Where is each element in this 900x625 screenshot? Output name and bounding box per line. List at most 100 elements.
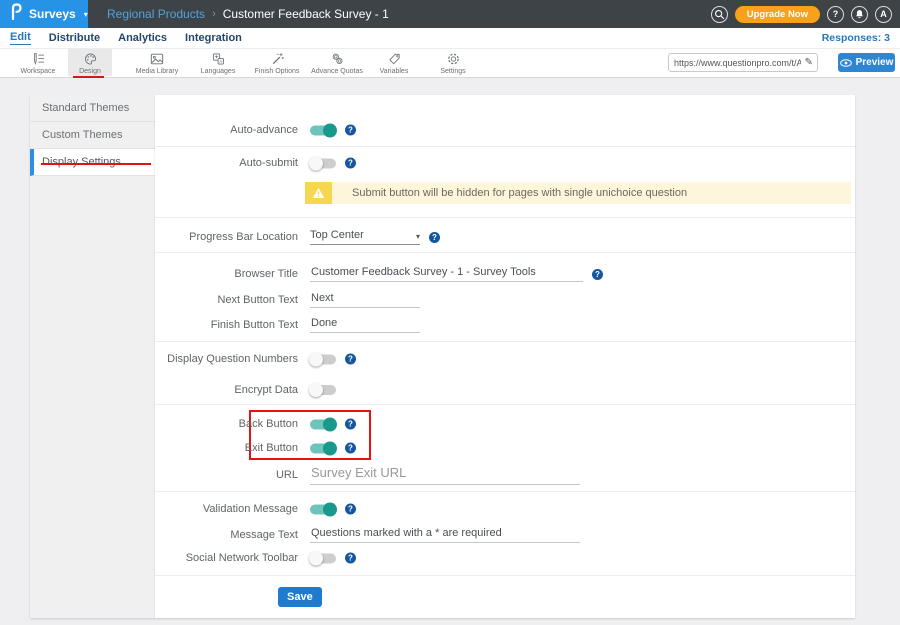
design-active-underline-annotation <box>73 76 104 79</box>
auto-advance-row: Auto-advance ? <box>155 120 855 140</box>
help-icon[interactable]: ? <box>345 443 356 454</box>
social-network-toolbar-label: Social Network Toolbar <box>155 552 298 564</box>
tab-edit[interactable]: Edit <box>10 31 31 45</box>
edit-toolbar: Workspace Design Media Library A Languag… <box>0 48 900 78</box>
questionpro-logo <box>10 3 23 25</box>
exit-button-label: Exit Button <box>155 442 298 454</box>
browser-title-label: Browser Title <box>155 268 298 280</box>
message-text-row: Message Text <box>155 525 855 545</box>
next-button-text-row: Next Button Text <box>155 290 855 310</box>
divider <box>155 146 855 147</box>
tool-languages[interactable]: A Languages <box>189 51 247 75</box>
topbar-actions: Upgrade Now ? A <box>711 6 892 23</box>
responses-count[interactable]: Responses: 3 <box>822 32 890 44</box>
auto-submit-label: Auto-submit <box>155 157 298 169</box>
translate-icon: A <box>189 51 247 66</box>
breadcrumb-folder[interactable]: Regional Products <box>107 7 205 21</box>
divider <box>155 217 855 218</box>
help-icon[interactable]: ? <box>592 269 603 280</box>
social-network-toolbar-toggle[interactable] <box>310 553 336 563</box>
help-icon[interactable]: ? <box>429 232 440 243</box>
progress-bar-location-label: Progress Bar Location <box>155 231 298 243</box>
exit-url-input[interactable] <box>310 465 580 485</box>
back-button-label: Back Button <box>155 418 298 430</box>
help-icon[interactable]: ? <box>345 354 356 365</box>
notifications-button[interactable] <box>851 6 868 23</box>
help-icon[interactable]: ? <box>345 419 356 430</box>
warning-triangle-icon <box>305 182 332 204</box>
tab-analytics[interactable]: Analytics <box>118 32 167 45</box>
encrypt-data-row: Encrypt Data <box>155 380 855 400</box>
help-icon[interactable]: ? <box>345 125 356 136</box>
encrypt-data-toggle[interactable] <box>310 385 336 395</box>
tool-finish-options[interactable]: Finish Options <box>248 51 306 75</box>
next-button-text-label: Next Button Text <box>155 294 298 306</box>
image-icon <box>128 51 186 66</box>
sidebar-item-standard-themes[interactable]: Standard Themes <box>30 95 155 122</box>
design-sidebar: Standard Themes Custom Themes Display Se… <box>30 95 155 618</box>
finish-button-text-row: Finish Button Text <box>155 315 855 335</box>
magic-wand-icon <box>248 51 306 66</box>
tab-integration[interactable]: Integration <box>185 32 242 45</box>
exit-button-toggle[interactable] <box>310 443 336 453</box>
help-icon[interactable]: ? <box>345 553 356 564</box>
auto-submit-toggle[interactable] <box>310 158 336 168</box>
social-network-toolbar-row: Social Network Toolbar ? <box>155 548 855 568</box>
warning-text: Submit button will be hidden for pages w… <box>352 187 687 199</box>
tool-workspace[interactable]: Workspace <box>9 51 67 75</box>
divider <box>155 341 855 342</box>
browser-title-input[interactable] <box>310 266 583 282</box>
exit-button-row: Exit Button ? <box>155 438 855 458</box>
exit-url-row: URL <box>155 463 855 487</box>
progress-bar-location-row: Progress Bar Location Top Center ▾ ? <box>155 227 855 247</box>
help-icon[interactable]: ? <box>345 504 356 515</box>
message-text-input[interactable] <box>310 527 580 543</box>
product-label: Surveys <box>29 7 76 21</box>
chevron-down-icon: ▾ <box>416 232 420 241</box>
auto-advance-toggle[interactable] <box>310 125 336 135</box>
search-button[interactable] <box>711 6 728 23</box>
eye-icon <box>840 59 852 67</box>
tool-variables[interactable]: Variables <box>365 51 423 75</box>
browser-title-row: Browser Title ? <box>155 264 855 284</box>
divider <box>155 491 855 492</box>
tag-icon <box>365 51 423 66</box>
divider <box>155 575 855 576</box>
survey-url-value[interactable]: https://www.questionpro.com/t/APNrFZ <box>669 58 801 68</box>
tab-distribute[interactable]: Distribute <box>49 32 100 45</box>
warning-banner: Submit button will be hidden for pages w… <box>305 182 851 204</box>
encrypt-data-label: Encrypt Data <box>155 384 298 396</box>
surveys-menu[interactable]: Surveys ▾ <box>0 0 88 28</box>
auto-advance-label: Auto-advance <box>155 124 298 136</box>
back-button-toggle[interactable] <box>310 419 336 429</box>
breadcrumb-survey-name: Customer Feedback Survey - 1 <box>223 7 389 21</box>
save-button[interactable]: Save <box>278 587 322 607</box>
search-icon <box>714 9 725 20</box>
preview-button[interactable]: Preview <box>838 53 895 72</box>
display-settings-underline-annotation <box>41 163 151 165</box>
survey-url-field[interactable]: https://www.questionpro.com/t/APNrFZ ✎ <box>668 53 818 72</box>
bell-icon <box>854 9 865 20</box>
display-question-numbers-row: Display Question Numbers ? <box>155 349 855 369</box>
display-settings-panel: Auto-advance ? Auto-submit ? Submit butt… <box>155 95 855 618</box>
finish-button-text-input[interactable] <box>310 317 420 333</box>
back-button-row: Back Button ? <box>155 414 855 434</box>
auto-submit-row: Auto-submit ? <box>155 153 855 173</box>
breadcrumb: Regional Products › Customer Feedback Su… <box>107 7 389 21</box>
svg-text:A: A <box>219 59 222 64</box>
avatar[interactable]: A <box>875 6 892 23</box>
display-question-numbers-toggle[interactable] <box>310 354 336 364</box>
validation-message-toggle[interactable] <box>310 504 336 514</box>
sidebar-item-custom-themes[interactable]: Custom Themes <box>30 122 155 149</box>
survey-nav: Edit Distribute Analytics Integration Re… <box>0 28 900 48</box>
tool-design[interactable]: Design <box>68 49 112 76</box>
next-button-text-input[interactable] <box>310 292 420 308</box>
progress-bar-location-select[interactable]: Top Center ▾ <box>310 229 420 245</box>
tool-media-library[interactable]: Media Library <box>128 51 186 75</box>
tool-advance-quotas[interactable]: Advance Quotas <box>308 51 366 75</box>
help-icon[interactable]: ? <box>345 158 356 169</box>
tool-settings[interactable]: Settings <box>424 51 482 75</box>
edit-url-pencil-icon[interactable]: ✎ <box>801 57 817 68</box>
help-menu-button[interactable]: ? <box>827 6 844 23</box>
upgrade-now-button[interactable]: Upgrade Now <box>735 6 820 23</box>
